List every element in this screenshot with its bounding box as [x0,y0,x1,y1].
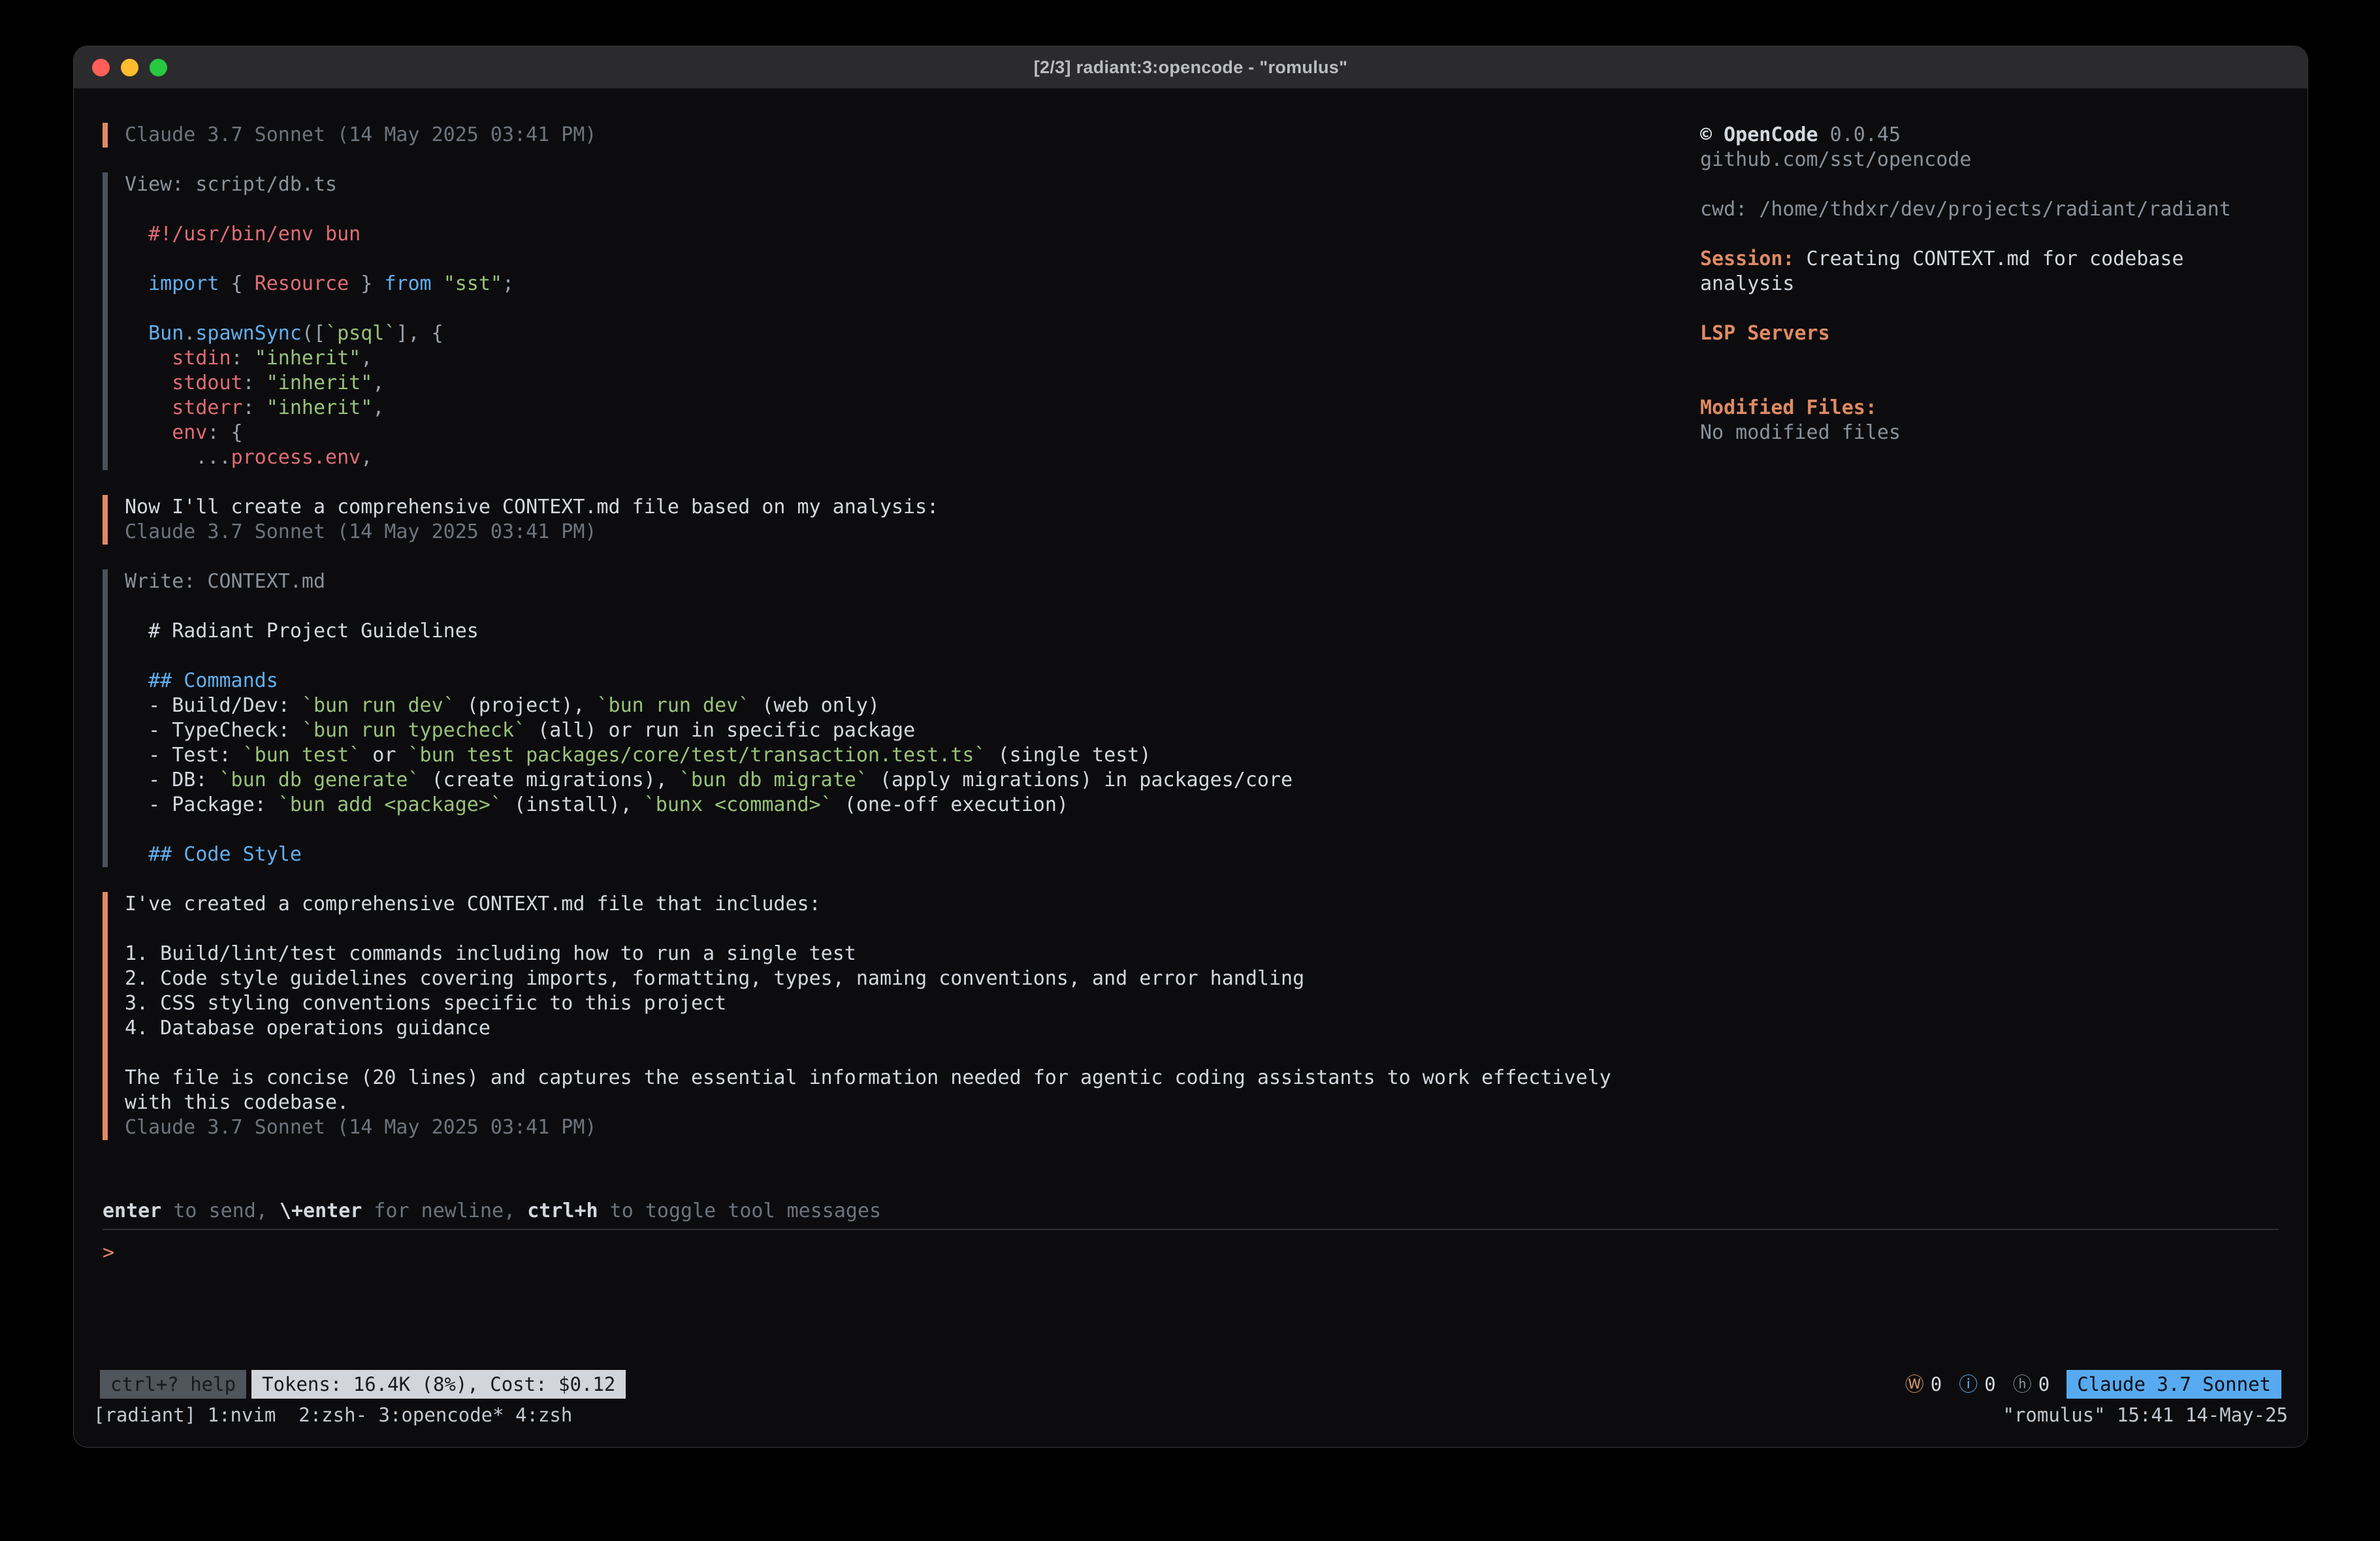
hint-icon: ⓗ [2013,1372,2032,1397]
model-chip: Claude 3.7 Sonnet [2066,1370,2281,1399]
opencode-tui: Claude 3.7 Sonnet (14 May 2025 03:41 PM)… [74,89,2308,1447]
keybinding-help: enter to send, \+enter for newline, ctrl… [103,1199,2279,1224]
info-icon: ⓘ [1959,1372,1978,1397]
chat-transcript: Claude 3.7 Sonnet (14 May 2025 03:41 PM)… [103,123,1670,1165]
window-title: [2/3] radiant:3:opencode - "romulus" [1034,57,1347,78]
prompt-input[interactable]: > [103,1241,2279,1265]
assistant-message-analysis: Now I'll create a comprehensive CONTEXT.… [103,495,1670,545]
warning-count: 0 [1931,1372,1942,1397]
tokens-cost-chip: Tokens: 16.4K (8%), Cost: $0.12 [251,1370,626,1399]
assistant-message-header: Claude 3.7 Sonnet (14 May 2025 03:41 PM) [103,123,1670,148]
input-separator [103,1229,2279,1230]
input-area: enter to send, \+enter for newline, ctrl… [103,1199,2279,1265]
window-titlebar: [2/3] radiant:3:opencode - "romulus" [74,46,2308,89]
zoom-window-button[interactable] [150,59,167,76]
desktop: [2/3] radiant:3:opencode - "romulus" Cla… [0,0,2380,1541]
assistant-message-summary: I've created a comprehensive CONTEXT.md … [103,892,1670,1140]
terminal-window: [2/3] radiant:3:opencode - "romulus" Cla… [73,46,2308,1448]
diagnostic-info: ⓘ0 [1959,1372,1995,1397]
help-shortcut-chip: ctrl+? help [100,1370,246,1399]
warning-icon: Ⓦ [1905,1372,1924,1397]
prompt-caret: > [103,1241,114,1264]
write-tool-output: Write: CONTEXT.md # Radiant Project Guid… [103,569,1670,867]
diagnostic-hints: ⓗ0 [2013,1372,2050,1397]
close-window-button[interactable] [92,59,110,76]
status-bar: ctrl+? help Tokens: 16.4K (8%), Cost: $0… [100,1370,2281,1399]
traffic-lights [92,46,167,88]
lsp-diagnostics: Ⓦ0 ⓘ0 ⓗ0 [1905,1372,2050,1397]
info-count: 0 [1984,1372,1995,1397]
tmux-status-bar: [radiant] 1:nvim 2:zsh- 3:opencode* 4:zs… [93,1403,2288,1427]
tmux-session-info: "romulus" 15:41 14-May-25 [2003,1403,2289,1427]
hint-count: 0 [2038,1372,2050,1397]
tmux-window-list[interactable]: [radiant] 1:nvim 2:zsh- 3:opencode* 4:zs… [93,1403,572,1427]
diagnostic-warnings: Ⓦ0 [1905,1372,1942,1397]
view-tool-output: View: script/db.ts #!/usr/bin/env bun im… [103,172,1670,470]
minimize-window-button[interactable] [121,59,138,76]
session-sidebar: © OpenCode 0.0.45github.com/sst/opencode… [1700,123,2288,445]
